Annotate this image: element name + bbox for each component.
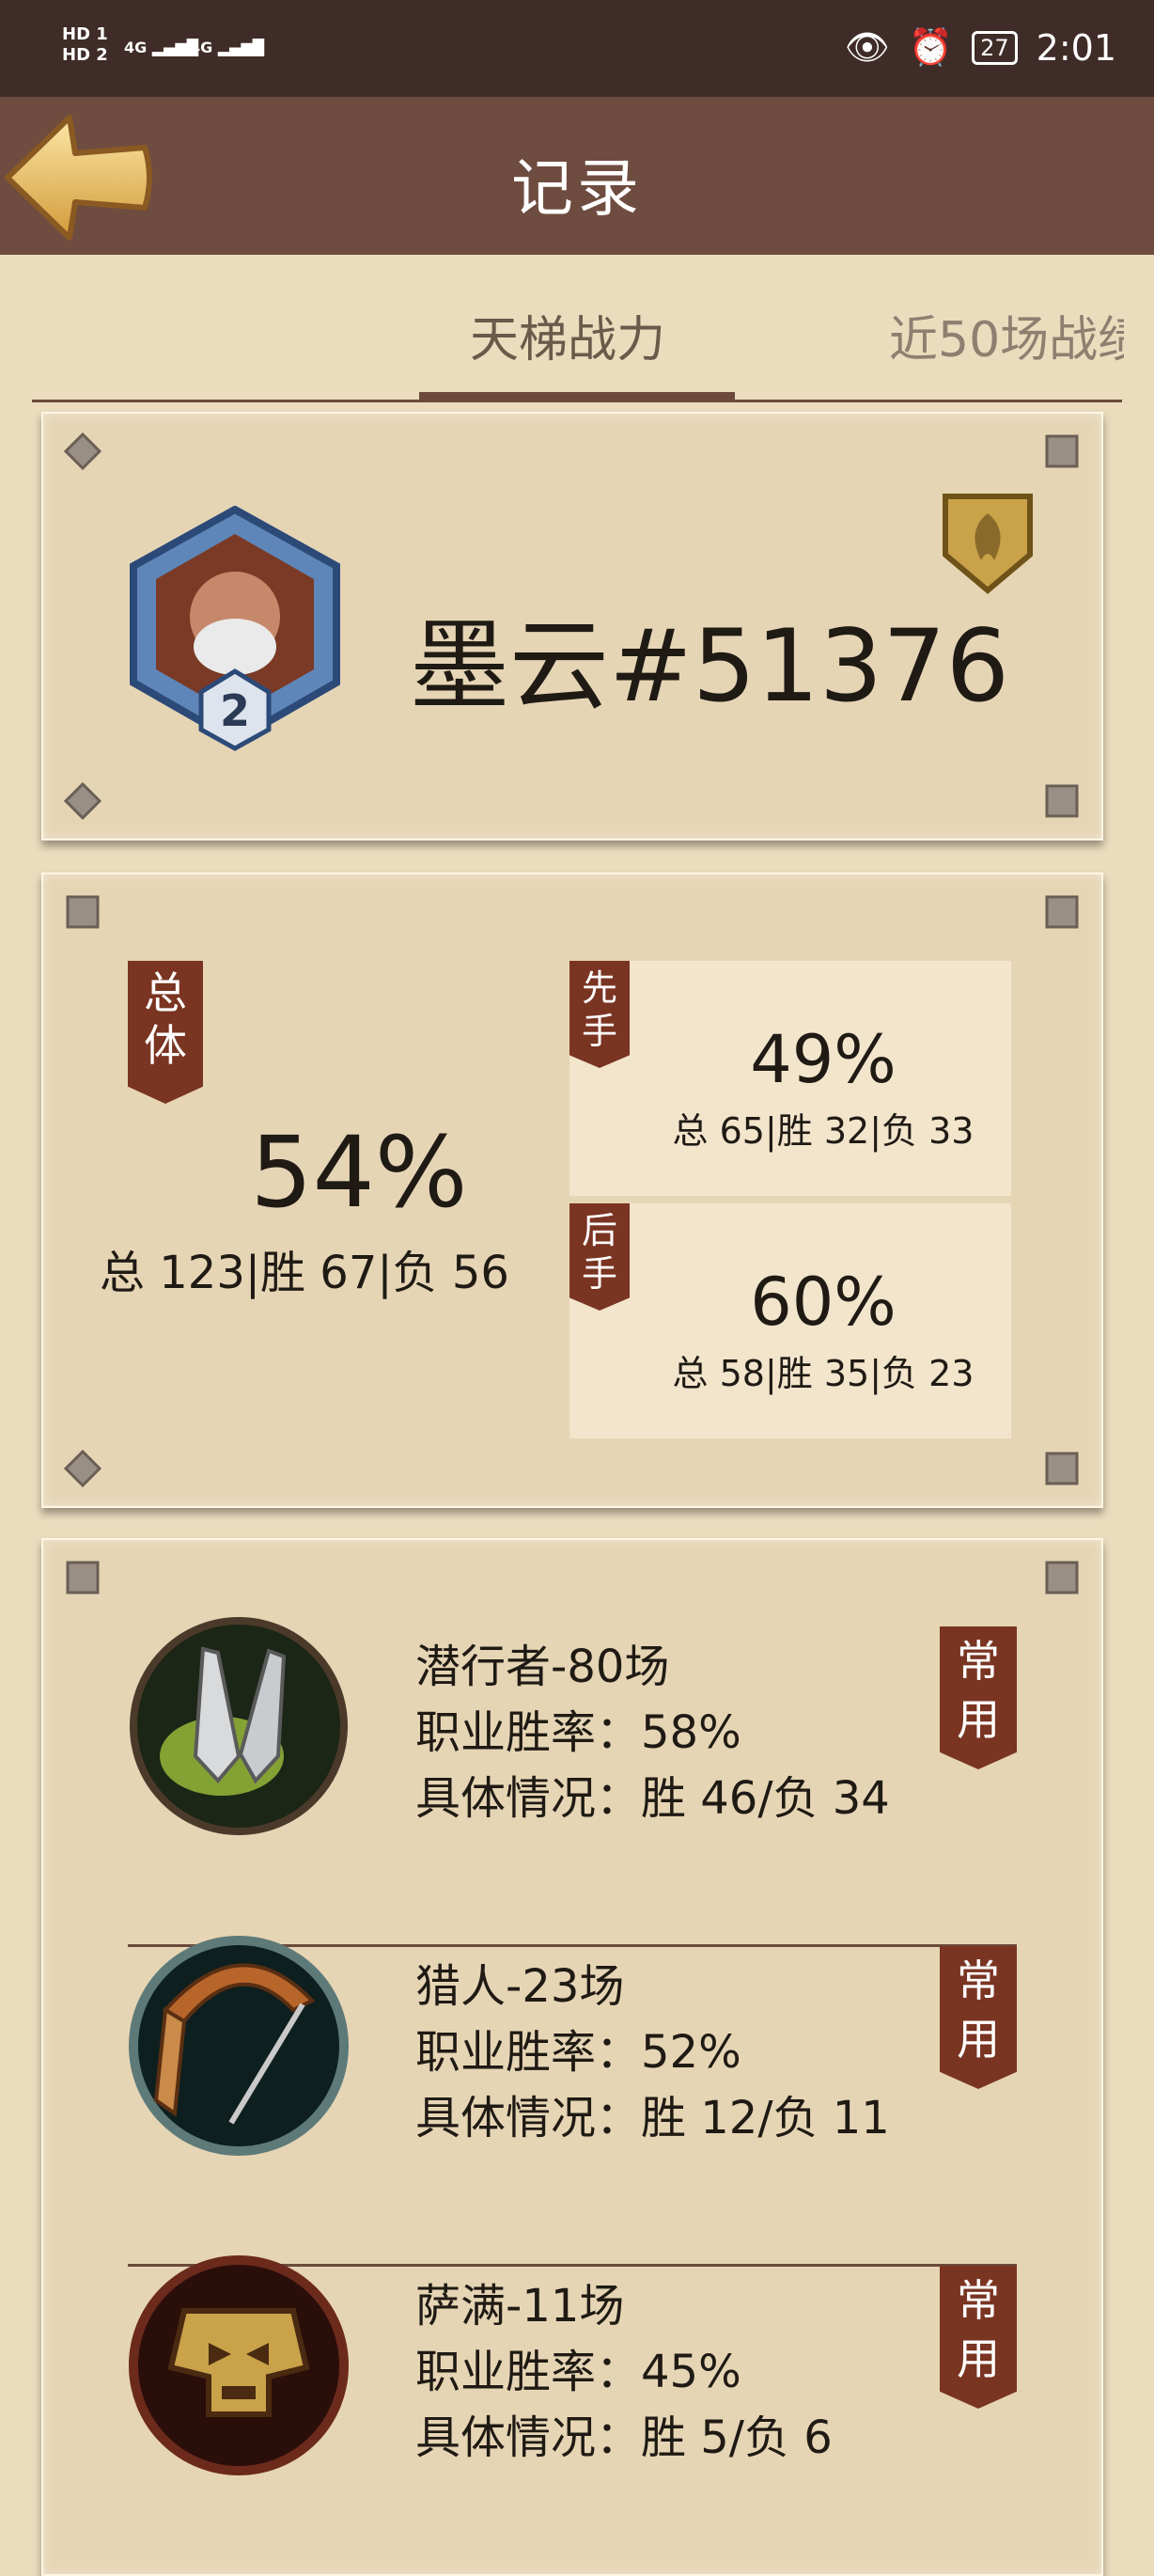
ribbon-char: 用	[957, 2014, 1000, 2065]
ribbon-char: 用	[957, 2333, 1000, 2384]
corner-gem-icon	[64, 893, 101, 931]
corner-gem-icon	[1043, 432, 1081, 470]
shaman-totem-icon	[128, 2254, 350, 2476]
common-badge: 常 用	[940, 1626, 1017, 1769]
tab-recent-50[interactable]: 近50场战绩	[889, 300, 1124, 370]
class-item-hunter[interactable]: 猎人-23场 职业胜率：52% 具体情况：胜 12/负 11 常 用	[128, 1860, 1017, 2179]
class-title: 猎人-23场	[415, 1960, 625, 2013]
alarm-icon: ⏰	[908, 26, 954, 68]
active-tab-indicator	[419, 392, 735, 400]
going-first-box: 先 手 49% 总 65|胜 32|负 33	[569, 961, 1011, 1196]
ribbon-char: 常	[957, 1956, 1000, 2006]
class-info: 猎人-23场 职业胜率：52% 具体情况：胜 12/负 11	[415, 1954, 890, 2151]
ribbon-char: 先	[581, 967, 617, 1009]
hunter-bow-icon	[128, 1935, 350, 2157]
profile-card: 2 墨云#51376	[41, 412, 1103, 840]
second-ribbon: 后 手	[569, 1203, 630, 1311]
corner-gem-icon	[1043, 1559, 1081, 1596]
common-badge: 常 用	[940, 2266, 1017, 2409]
signal-icon: 4G ▂▄▆█	[190, 39, 265, 56]
sim2-label: HD 2	[62, 45, 108, 65]
first-win-rate: 49%	[750, 1021, 897, 1098]
class-info: 萨满-11场 职业胜率：45% 具体情况：胜 5/负 6	[415, 2273, 833, 2471]
overall-stats-card: 总 体 54% 总 123|胜 67|负 56 先 手 49% 总 65|胜 3…	[41, 872, 1103, 1508]
header-bar: 记录	[0, 97, 1154, 255]
common-badge: 常 用	[940, 1946, 1017, 2089]
class-record: 具体情况：胜 46/负 34	[415, 1772, 890, 1825]
first-record: 总 65|胜 32|负 33	[672, 1110, 975, 1152]
sim1-label: HD 1	[62, 24, 108, 44]
tabs-divider	[32, 400, 1122, 402]
corner-gem-icon	[64, 432, 101, 470]
ribbon-char: 总	[144, 967, 187, 1018]
ribbon-char: 常	[957, 1636, 1000, 1687]
rank-medal-icon: 2	[126, 505, 344, 752]
signal-icon: 4G ▂▄▆█	[124, 39, 199, 56]
corner-gem-icon	[1043, 1450, 1081, 1487]
ribbon-char: 常	[957, 2275, 1000, 2326]
rank-number: 2	[220, 685, 250, 736]
second-win-rate: 60%	[750, 1264, 897, 1341]
ribbon-char: 手	[581, 1253, 617, 1295]
overall-record: 总 123|胜 67|负 56	[100, 1247, 509, 1299]
rogue-daggers-icon	[128, 1615, 350, 1837]
class-record: 具体情况：胜 12/负 11	[415, 2092, 890, 2144]
class-title: 潜行者-80场	[415, 1641, 670, 1693]
corner-gem-icon	[64, 1559, 101, 1596]
ribbon-char: 后	[581, 1210, 617, 1251]
clock-time: 2:01	[1036, 26, 1116, 69]
page-title: 记录	[511, 152, 643, 225]
corner-gem-icon	[64, 1450, 101, 1487]
corner-gem-icon	[1043, 782, 1081, 820]
corner-gem-icon	[64, 782, 101, 820]
league-badge-icon	[936, 485, 1039, 596]
second-record: 总 58|胜 35|负 23	[672, 1353, 975, 1394]
class-title: 萨满-11场	[415, 2280, 625, 2333]
class-info: 潜行者-80场 职业胜率：58% 具体情况：胜 46/负 34	[415, 1634, 890, 1831]
class-item-rogue[interactable]: 潜行者-80场 职业胜率：58% 具体情况：胜 46/负 34 常 用	[128, 1540, 1017, 1860]
status-bar: HD 1 HD 2 4G ▂▄▆█ 4G ▂▄▆█ 👁 ⏰ 27 2:01	[0, 0, 1154, 97]
class-stats-card: 潜行者-80场 职业胜率：58% 具体情况：胜 46/负 34 常 用 猎人-2…	[41, 1538, 1103, 2576]
player-name: 墨云#51376	[410, 608, 1010, 724]
first-ribbon: 先 手	[569, 961, 630, 1068]
class-win-rate: 职业胜率：58%	[415, 1706, 741, 1759]
ribbon-char: 体	[144, 1020, 187, 1071]
corner-gem-icon	[1043, 893, 1081, 931]
class-record: 具体情况：胜 5/负 6	[415, 2411, 833, 2464]
tab-ladder-power[interactable]: 天梯战力	[470, 300, 665, 370]
status-icons: 👁 ⏰ 27 2:01	[845, 26, 1116, 69]
tab-bar: 天梯战力 近50场战绩	[32, 255, 1124, 403]
class-win-rate: 职业胜率：45%	[415, 2346, 741, 2398]
battery-icon: 27	[972, 30, 1018, 65]
going-second-box: 后 手 60% 总 58|胜 35|负 23	[569, 1203, 1011, 1438]
overall-ribbon: 总 体	[128, 961, 203, 1104]
eye-icon: 👁	[844, 26, 890, 68]
class-item-shaman[interactable]: 萨满-11场 职业胜率：45% 具体情况：胜 5/负 6 常 用	[128, 2179, 1017, 2499]
sim-indicators: HD 1 HD 2 4G ▂▄▆█ 4G ▂▄▆█	[62, 24, 264, 66]
class-win-rate: 职业胜率：52%	[415, 2026, 741, 2079]
ribbon-char: 用	[957, 1694, 1000, 1745]
ribbon-char: 手	[581, 1011, 617, 1052]
